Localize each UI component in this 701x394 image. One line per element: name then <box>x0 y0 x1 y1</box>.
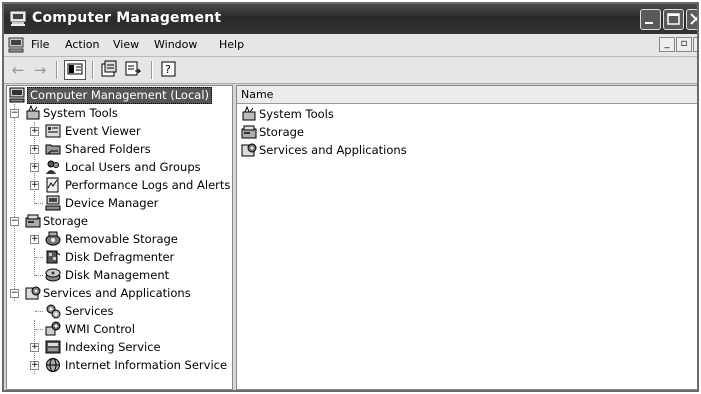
shared-folder-icon <box>45 144 61 155</box>
computer-management-icon <box>10 11 26 26</box>
forward-arrow-icon[interactable]: → <box>32 60 48 80</box>
performance-icon <box>46 177 59 193</box>
collapse-toggle[interactable]: − <box>10 109 19 118</box>
expand-toggle[interactable]: + <box>30 361 39 370</box>
minimize-icon <box>645 22 653 24</box>
tree-connector <box>35 311 43 312</box>
expand-toggle[interactable]: + <box>30 181 39 190</box>
disk-management-icon <box>45 268 61 282</box>
expand-toggle[interactable]: + <box>30 127 39 136</box>
console-tree[interactable]: Computer Management (Local) − System Too… <box>6 85 233 390</box>
storage-icon <box>241 125 257 139</box>
menu-window[interactable]: Window <box>154 38 197 51</box>
services-icon <box>46 304 61 319</box>
tools-icon <box>26 105 40 120</box>
tree-connector <box>35 329 43 330</box>
menu-bar: File Action View Window Help _ ▫ × <box>4 34 697 57</box>
help-icon[interactable]: ? <box>159 60 179 80</box>
computer-icon <box>9 87 25 103</box>
tree-connector <box>35 275 43 276</box>
toolbar: ← → ? <box>4 57 697 84</box>
services-apps-icon <box>241 143 257 157</box>
back-arrow-icon[interactable]: ← <box>10 60 26 80</box>
storage-icon <box>25 214 41 228</box>
column-header-label: Name <box>241 88 274 101</box>
maximize-button[interactable] <box>663 9 684 30</box>
column-header-name[interactable]: Name <box>237 86 697 104</box>
menu-view[interactable]: View <box>113 38 139 51</box>
details-pane[interactable]: Name System Tools Storage Services and A… <box>236 85 697 390</box>
properties-glyph-icon <box>101 60 117 77</box>
menu-action[interactable]: Action <box>65 38 99 51</box>
iis-globe-icon <box>46 358 60 372</box>
child-close-icon[interactable]: × <box>693 37 697 52</box>
wmi-control-icon <box>45 321 61 336</box>
toolbar-separator <box>151 61 153 79</box>
collapse-toggle[interactable]: − <box>10 289 19 298</box>
menu-file[interactable]: File <box>31 38 49 51</box>
toolbar-separator <box>56 61 58 79</box>
event-viewer-icon <box>45 124 61 138</box>
menu-help[interactable]: Help <box>219 38 244 51</box>
tools-icon <box>242 106 256 121</box>
minimize-button[interactable] <box>640 9 661 30</box>
device-manager-icon <box>45 195 61 211</box>
window-title: Computer Management <box>32 10 222 26</box>
export-glyph-icon <box>125 61 142 76</box>
tree-connector <box>35 257 43 258</box>
console-tree-icon <box>67 63 83 75</box>
title-bar[interactable]: Computer Management <box>4 4 697 34</box>
expand-toggle[interactable]: + <box>30 163 39 172</box>
properties-icon[interactable] <box>99 60 119 80</box>
users-icon <box>46 160 59 174</box>
expand-toggle[interactable]: + <box>30 235 39 244</box>
expand-toggle[interactable]: + <box>30 145 39 154</box>
collapse-toggle[interactable]: − <box>10 217 19 226</box>
close-button[interactable] <box>686 9 697 30</box>
maximize-icon <box>667 13 680 25</box>
toolbar-separator <box>92 61 94 79</box>
svg-text:?: ? <box>165 63 171 76</box>
child-restore-icon[interactable]: ▫ <box>676 37 692 52</box>
close-icon <box>690 13 697 25</box>
tree-connector <box>35 203 43 204</box>
services-apps-icon <box>25 286 41 300</box>
tree-connector <box>14 104 15 301</box>
removable-storage-icon <box>45 231 61 246</box>
help-glyph-icon: ? <box>161 61 176 77</box>
tree-connector <box>34 248 35 276</box>
export-list-icon[interactable] <box>123 60 143 80</box>
indexing-service-icon <box>45 340 61 354</box>
computer-management-window: Computer Management File Action View Win… <box>2 2 699 392</box>
show-hide-console-tree-icon[interactable] <box>64 60 86 80</box>
expand-toggle[interactable]: + <box>30 343 39 352</box>
console-menu-icon[interactable] <box>8 37 24 53</box>
child-minimize-icon[interactable]: _ <box>659 37 675 52</box>
defragmenter-icon <box>46 250 61 264</box>
